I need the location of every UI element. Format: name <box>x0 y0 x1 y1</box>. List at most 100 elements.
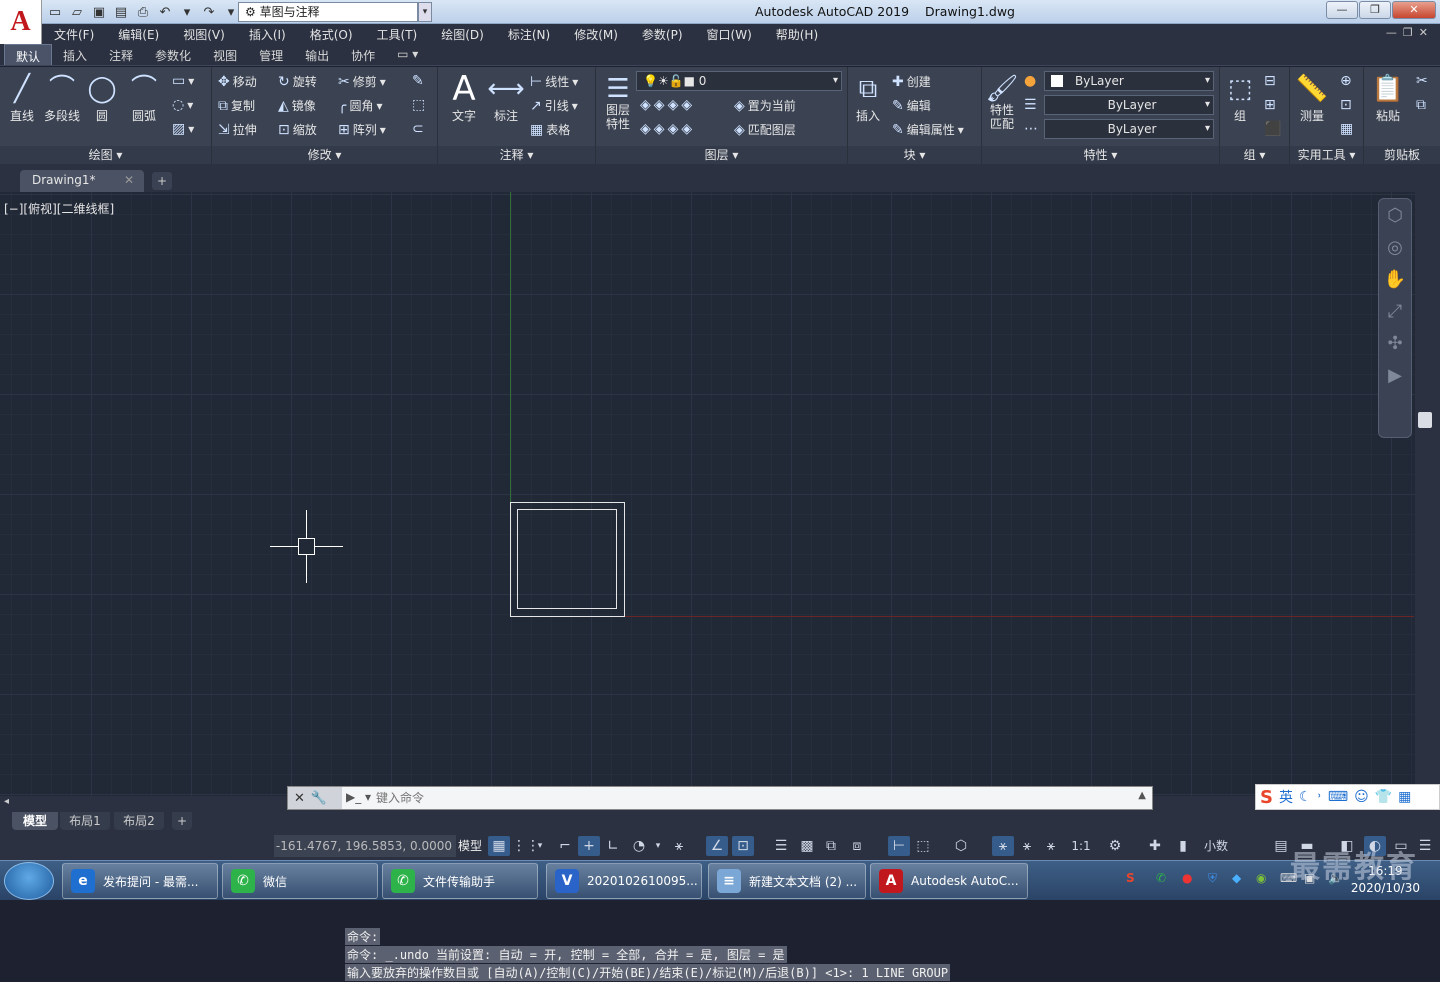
wechat-tray-icon[interactable]: ✆ <box>1156 871 1166 885</box>
object-snap-tracking-icon[interactable]: ∠ <box>706 836 728 856</box>
new-tab-button[interactable]: + <box>152 172 172 190</box>
color-wheel-icon[interactable]: ● <box>1024 73 1036 89</box>
explode-button[interactable]: ⬚ <box>412 97 425 113</box>
orbit-icon[interactable]: ✣ <box>1379 327 1411 359</box>
clipboard-panel-label[interactable]: 剪贴板 <box>1364 146 1440 164</box>
lineweight-toggle-icon[interactable]: ☰ <box>770 836 792 856</box>
ribbon-tab[interactable]: 协作 <box>340 44 386 65</box>
layer-properties-button[interactable]: ☰ 图层 特性 <box>598 71 638 131</box>
groups-panel-label[interactable]: 组 ▾ <box>1220 146 1289 164</box>
ribbon-tab[interactable]: 视图 <box>202 44 248 65</box>
paste-button[interactable]: 📋 粘贴 <box>1368 71 1408 124</box>
security-tray-icon[interactable]: ⛨ <box>1208 871 1217 886</box>
calculator-icon[interactable]: ▦ <box>1340 121 1353 137</box>
erase-button[interactable]: ✎ <box>412 73 424 89</box>
menu-item[interactable]: 编辑(E) <box>106 24 171 44</box>
menu-item[interactable]: 格式(O) <box>298 24 365 44</box>
quick-select-icon[interactable]: ⊡ <box>1340 97 1352 113</box>
workspace-selector[interactable]: ⚙ 草图与注释 <box>238 2 418 22</box>
layers-panel-label[interactable]: 图层 ▾ <box>596 146 847 164</box>
open-file-icon[interactable]: ▱ <box>68 3 86 21</box>
quick-properties-icon[interactable]: ▤ <box>1270 836 1292 856</box>
steering-wheel-icon[interactable]: ◎ <box>1379 231 1411 263</box>
isodraft-icon[interactable]: ⚹ <box>668 836 690 856</box>
snap-icon[interactable]: ⋮⋮ <box>512 836 540 856</box>
ribbon-tab[interactable]: 参数化 <box>144 44 202 65</box>
taskbar-button[interactable]: A Autodesk AutoC... <box>870 863 1028 899</box>
drawing1-tab[interactable]: Drawing1* ✕ <box>20 170 144 192</box>
taskbar-button[interactable]: ✆ 文件传输助手 <box>382 863 538 899</box>
dynamic-ucs-icon[interactable]: ⊢ <box>888 836 910 856</box>
annotation-monitor-icon[interactable]: ✚ <box>1144 836 1166 856</box>
menu-item[interactable]: 帮助(H) <box>764 24 830 44</box>
menu-item[interactable]: 标注(N) <box>496 24 562 44</box>
copy-button[interactable]: ⧉ 复制 <box>218 97 255 114</box>
rectangle-button[interactable]: ▭ ▾ <box>172 73 194 89</box>
hatch-button[interactable]: ▨ ▾ <box>172 121 194 137</box>
ribbon-tab[interactable]: 注释 <box>98 44 144 65</box>
layout2-tab[interactable]: 布局2 <box>114 812 164 830</box>
block-panel-label[interactable]: 块 ▾ <box>848 146 981 164</box>
ortho-icon[interactable]: ∟ <box>602 836 624 856</box>
polyline-button[interactable]: ⌒ 多段线 <box>42 71 82 124</box>
undo-dropdown-icon[interactable]: ▾ <box>178 3 196 21</box>
command-history-toggle-icon[interactable]: ▲ <box>1138 790 1146 801</box>
save-as-icon[interactable]: ▤ <box>112 3 130 21</box>
auto-scale-icon[interactable]: ⚹ <box>1016 836 1038 856</box>
close-cmdline-icon[interactable]: ✕ <box>294 791 305 806</box>
menu-item[interactable]: 窗口(W) <box>695 24 764 44</box>
edit-block-button[interactable]: ✎ 编辑 <box>892 97 931 114</box>
vertical-scroll-thumb[interactable] <box>1418 412 1432 428</box>
scroll-left-icon[interactable]: ◂ <box>4 796 9 807</box>
command-input[interactable] <box>376 789 1116 807</box>
new-file-icon[interactable]: ▭ <box>46 3 64 21</box>
model-tab[interactable]: 模型 <box>12 812 58 830</box>
zoom-extents-icon[interactable]: ⤢ <box>1379 295 1411 327</box>
circle-button[interactable]: ◯ 圆 <box>82 71 122 124</box>
menu-item[interactable]: 参数(P) <box>630 24 695 44</box>
text-button[interactable]: A 文字 <box>444 71 484 124</box>
lineweight-dropdown[interactable]: ByLayer <box>1044 119 1214 139</box>
edit-attributes-button[interactable]: ✎ 编辑属性 ▾ <box>892 121 964 138</box>
units-selector[interactable]: 小数 <box>1196 836 1236 856</box>
sogou-tray-icon[interactable]: S <box>1126 871 1135 885</box>
undo-icon[interactable]: ↶ <box>156 3 174 21</box>
application-menu-button[interactable]: A <box>0 0 42 44</box>
layer-tools-row2[interactable]: ◈ ◈ ◈ ◈ <box>640 121 692 137</box>
linetype-dropdown[interactable]: ByLayer <box>1044 95 1214 115</box>
id-point-icon[interactable]: ⊕ <box>1340 73 1352 89</box>
linear-button[interactable]: ⊢ 线性 ▾ <box>530 73 578 90</box>
dimension-button[interactable]: ⟷ 标注 <box>486 71 526 124</box>
mirror-button[interactable]: ◭ 镜像 <box>278 97 316 114</box>
annotation-visibility-icon[interactable]: ⚹ <box>992 836 1014 856</box>
ribbon-tab[interactable]: 管理 <box>248 44 294 65</box>
group-edit-icon[interactable]: ⊞ <box>1264 97 1276 113</box>
scale-selector[interactable]: 1:1 <box>1064 836 1098 856</box>
stretch-button[interactable]: ⇲ 拉伸 <box>218 121 257 138</box>
ungroup-icon[interactable]: ⊟ <box>1264 73 1276 89</box>
coordinates-display[interactable]: -161.4767, 196.5853, 0.0000 <box>274 835 456 857</box>
cut-icon[interactable]: ✂ <box>1416 73 1428 89</box>
trim-button[interactable]: ✂ 修剪 ▾ <box>338 73 386 90</box>
customize-wrench-icon[interactable]: 🔧 <box>311 791 327 806</box>
menu-item[interactable]: 工具(T) <box>365 24 430 44</box>
print-icon[interactable]: ⎙ <box>134 3 152 21</box>
layout1-tab[interactable]: 布局1 <box>60 812 110 830</box>
match-properties-button[interactable]: 🖌 特性 匹配 <box>982 71 1022 131</box>
inner-rectangle[interactable] <box>517 509 617 609</box>
layer-tools-row1[interactable]: ◈ ◈ ◈ ◈ <box>640 97 692 113</box>
copy-clip-icon[interactable]: ⧉ <box>1416 97 1426 113</box>
ribbon-tab[interactable]: 默认 <box>4 44 53 65</box>
ime-toolbar[interactable]: S 英 ☾ ˒ ⌨ ☺ 👕 ▦ <box>1255 784 1440 810</box>
taskbar-button[interactable]: ≡ 新建文本文档 (2) ... <box>708 863 866 899</box>
weibo-tray-icon[interactable]: ● <box>1182 871 1192 885</box>
draw-panel-label[interactable]: 绘图 ▾ <box>0 146 211 164</box>
taskbar-button[interactable]: ✆ 微信 <box>222 863 378 899</box>
viewcube-icon[interactable]: ⬡ <box>1379 199 1411 231</box>
menu-item[interactable]: 视图(V) <box>171 24 237 44</box>
polar-dropdown[interactable]: ▾ <box>652 836 664 856</box>
taskbar-button[interactable]: e 发布提问 - 最需... <box>62 863 218 899</box>
redo-icon[interactable]: ↷ <box>200 3 218 21</box>
measure-button[interactable]: 📏 测量 <box>1292 71 1332 124</box>
dynamic-input-icon[interactable]: + <box>578 836 600 856</box>
